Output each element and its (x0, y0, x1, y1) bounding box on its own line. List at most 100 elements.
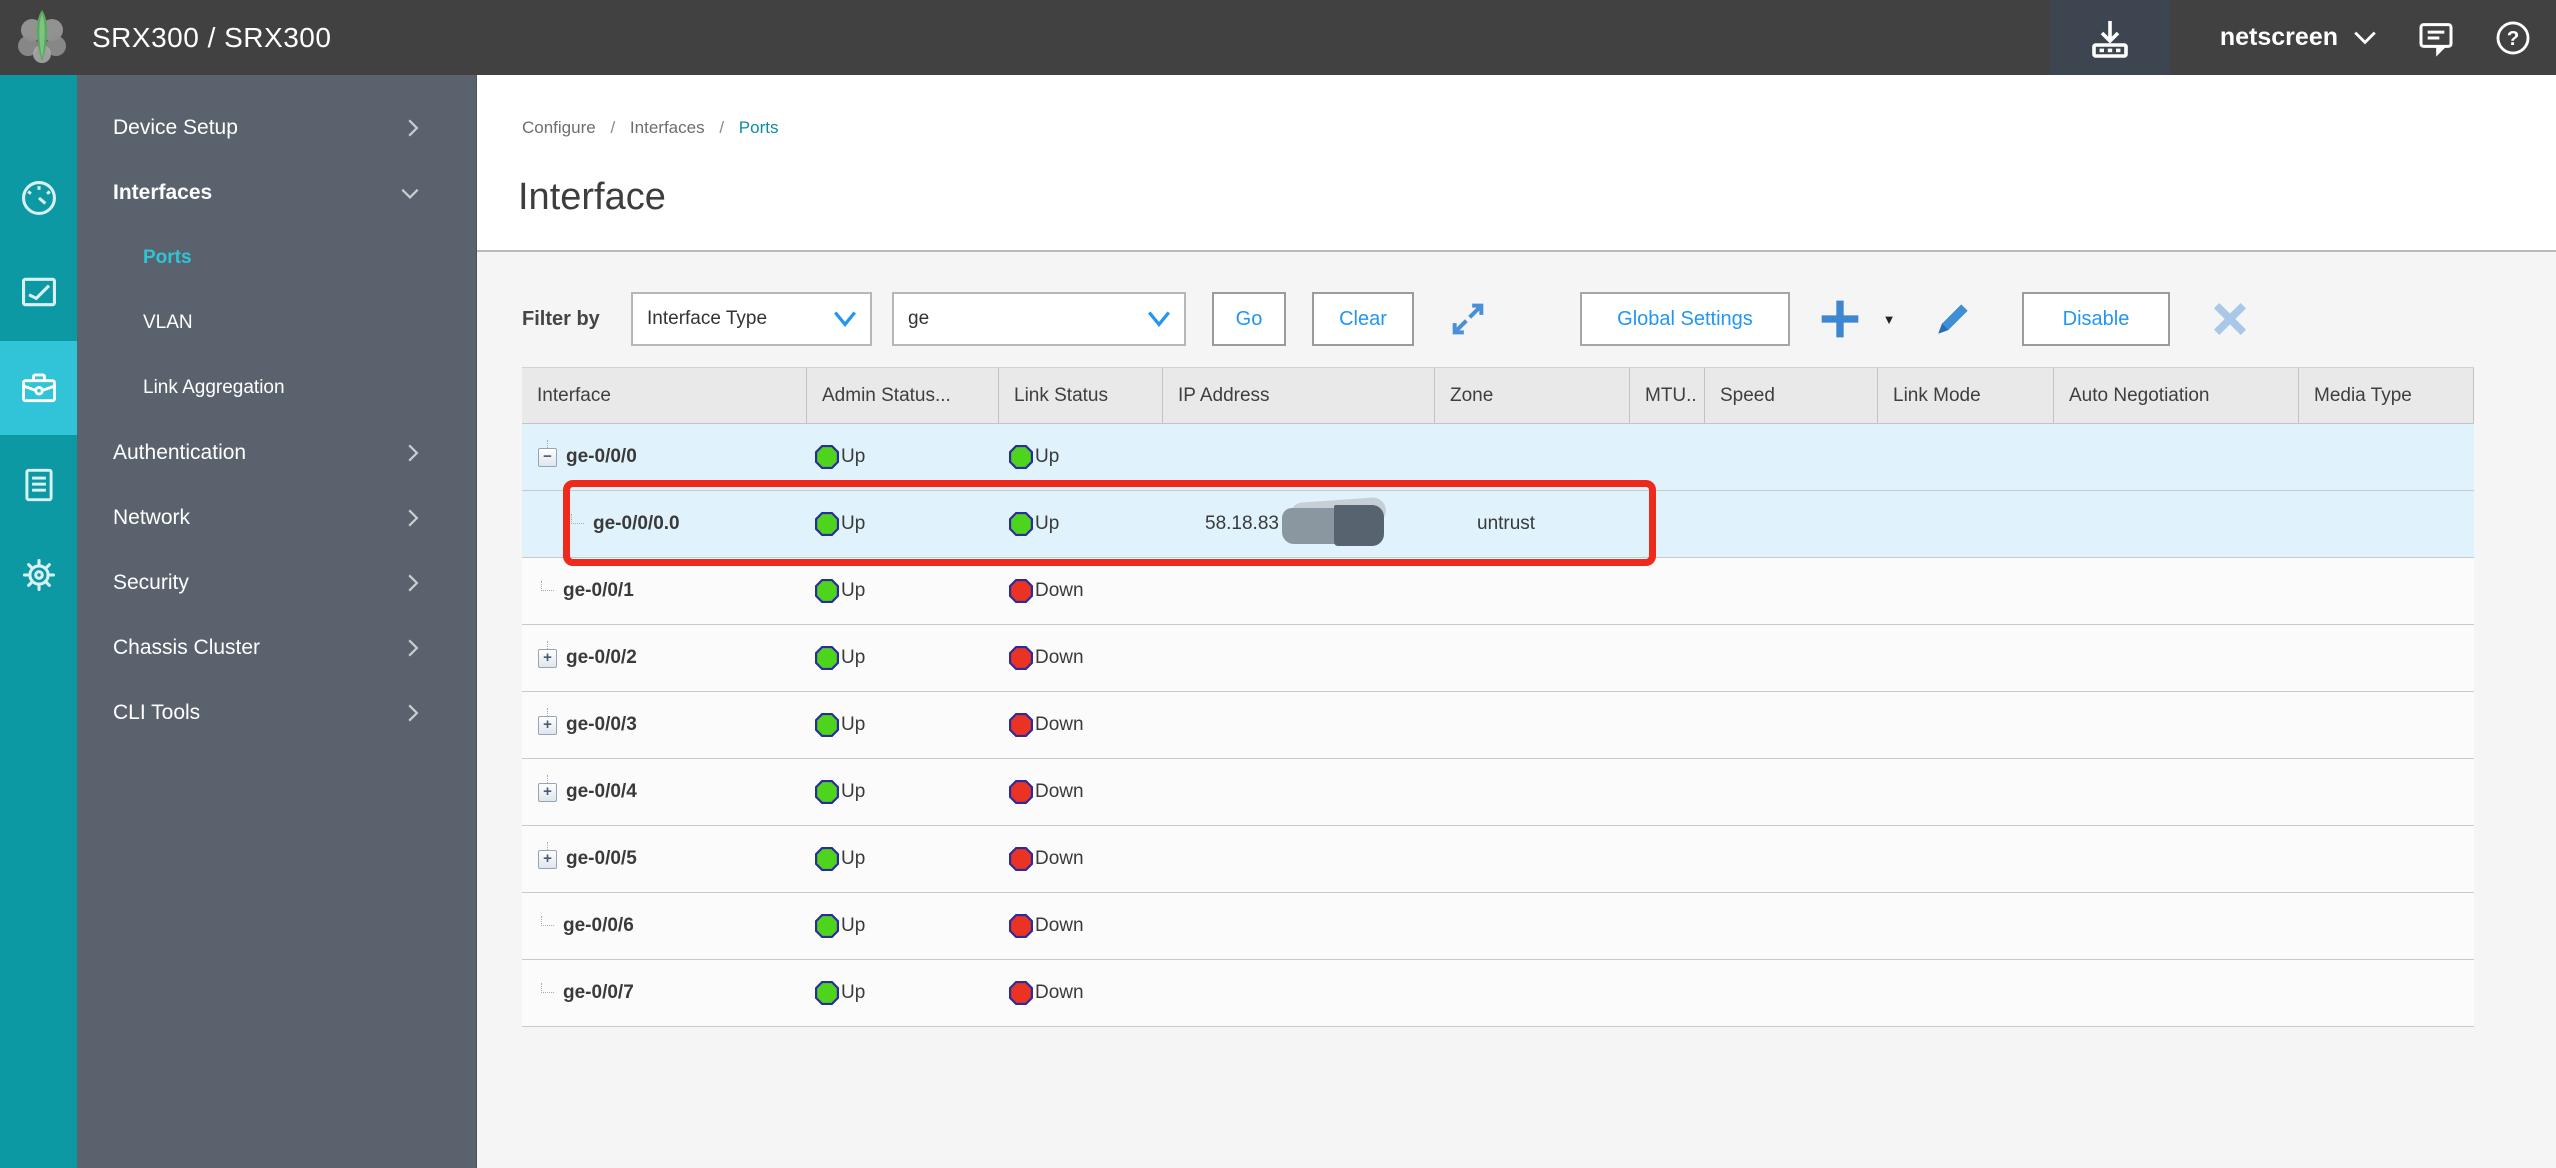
menu-label: Chassis Cluster (113, 635, 261, 659)
status-text: Up (841, 848, 866, 869)
empty-cell (1705, 759, 1878, 825)
expand-icon[interactable]: + (538, 774, 557, 802)
collapse-icon[interactable]: − (538, 439, 557, 467)
chevron-right-icon (408, 509, 419, 526)
column-header: Interface (522, 368, 807, 423)
sidebar-item-ports[interactable]: Ports (77, 225, 476, 290)
menu-label: Interfaces (113, 180, 213, 204)
column-header: Speed (1705, 368, 1878, 423)
status-up-icon: Up (815, 579, 865, 603)
status-text: Down (1035, 982, 1084, 1003)
sidebar-item-authentication[interactable]: Authentication (77, 420, 476, 485)
sidebar-item-chassis-cluster[interactable]: Chassis Cluster (77, 615, 476, 680)
table-row[interactable]: ge-0/0/6 Up Down (522, 893, 2474, 960)
empty-cell (1878, 960, 2054, 1026)
nav-reports[interactable] (0, 438, 77, 532)
empty-cell (2299, 692, 2474, 758)
empty-cell (1705, 625, 1878, 691)
feedback-button[interactable] (2416, 18, 2456, 58)
top-bar: SRX300 / SRX300 netscreen ? (0, 0, 2556, 75)
content-header-area (477, 75, 2556, 252)
go-button[interactable]: Go (1212, 292, 1286, 346)
empty-cell (2054, 826, 2299, 892)
sidebar-item-network[interactable]: Network (77, 485, 476, 550)
status-down-icon: Down (1009, 914, 1084, 938)
expand-icon[interactable]: + (538, 841, 557, 869)
empty-cell (2054, 424, 2299, 490)
filter-type-dropdown[interactable]: Interface Type (631, 292, 872, 346)
add-menu-caret[interactable]: ▼ (1876, 292, 1902, 346)
add-button[interactable] (1816, 292, 1864, 346)
table-row[interactable]: − ge-0/0/0 Up Up (522, 424, 2474, 491)
empty-cell (1878, 692, 2054, 758)
empty-cell (1630, 826, 1705, 892)
status-up-icon: Up (815, 847, 865, 871)
sidebar-item-vlan[interactable]: VLAN (77, 290, 476, 355)
empty-cell (1630, 759, 1705, 825)
status-text: Down (1035, 580, 1084, 601)
disable-button[interactable]: Disable (2022, 292, 2170, 346)
filter-by-label: Filter by (522, 307, 600, 330)
edit-button[interactable] (1926, 292, 1980, 346)
empty-cell (2299, 893, 2474, 959)
sidebar-item-device-setup[interactable]: Device Setup (77, 95, 476, 160)
user-menu[interactable]: netscreen (2220, 23, 2378, 52)
jweb-screen: SRX300 / SRX300 netscreen ? Device Setup… (0, 0, 2556, 1168)
commit-button[interactable] (2049, 0, 2170, 75)
breadcrumb-interfaces[interactable]: Interfaces (630, 118, 705, 137)
global-settings-button[interactable]: Global Settings (1580, 292, 1790, 346)
table-row[interactable]: ge-0/0/0.0 Up Up 58.18.83 untrust (522, 491, 2474, 558)
column-header: Link Mode (1878, 368, 2054, 423)
expand-icon[interactable]: + (538, 640, 557, 668)
sidebar-item-security[interactable]: Security (77, 550, 476, 615)
sidebar-item-cli-tools[interactable]: CLI Tools (77, 680, 476, 745)
empty-cell (1878, 491, 2054, 557)
nav-configure[interactable] (0, 341, 77, 435)
table-row[interactable]: + ge-0/0/5 Up Down (522, 826, 2474, 893)
help-button[interactable]: ? (2494, 19, 2532, 57)
tree-branch-icon (541, 916, 554, 926)
table-row[interactable]: + ge-0/0/3 Up Down (522, 692, 2474, 759)
nav-dashboard[interactable] (0, 151, 77, 245)
clear-button[interactable]: Clear (1312, 292, 1414, 346)
dropdown-value: ge (908, 308, 930, 329)
delete-button[interactable] (2204, 292, 2256, 346)
status-text: Up (841, 446, 866, 467)
empty-cell (1878, 424, 2054, 490)
breadcrumb-ports[interactable]: Ports (739, 118, 779, 137)
empty-cell (1630, 692, 1705, 758)
sidebar-item-interfaces[interactable]: Interfaces (77, 160, 476, 225)
page-title: Interface (518, 176, 666, 218)
administration-icon (22, 558, 55, 592)
status-text: Down (1035, 781, 1084, 802)
empty-cell (2054, 491, 2299, 557)
empty-cell (2054, 558, 2299, 624)
empty-cell (2299, 759, 2474, 825)
empty-cell (1705, 826, 1878, 892)
sidebar-item-link-aggregation[interactable]: Link Aggregation (77, 355, 476, 420)
empty-cell (2054, 692, 2299, 758)
chevron-right-icon (408, 574, 419, 591)
column-header: Admin Status... (807, 368, 999, 423)
breadcrumb-separator: / (610, 118, 616, 137)
table-row[interactable]: + ge-0/0/2 Up Down (522, 625, 2474, 692)
status-text: Down (1035, 647, 1084, 668)
breadcrumb: Configure / Interfaces / Ports (522, 118, 778, 138)
table-row[interactable]: ge-0/0/1 Up Down (522, 558, 2474, 625)
filter-value-dropdown[interactable]: ge (892, 292, 1186, 346)
table-row[interactable]: + ge-0/0/4 Up Down (522, 759, 2474, 826)
nav-administration[interactable] (0, 528, 77, 622)
interface-name: ge-0/0/5 (566, 848, 637, 869)
expand-icon[interactable]: + (538, 707, 557, 735)
breadcrumb-configure[interactable]: Configure (522, 118, 596, 137)
column-header: Auto Negotiation (2054, 368, 2299, 423)
empty-cell (2299, 558, 2474, 624)
empty-cell (1630, 558, 1705, 624)
table-row[interactable]: ge-0/0/7 Up Down (522, 960, 2474, 1027)
dropdown-value: Interface Type (647, 308, 768, 329)
expand-table-button[interactable] (1444, 292, 1492, 346)
nav-monitor[interactable] (0, 245, 77, 339)
status-up-icon: Up (815, 713, 865, 737)
chevron-right-icon (408, 639, 419, 656)
juniper-logo (18, 10, 66, 63)
